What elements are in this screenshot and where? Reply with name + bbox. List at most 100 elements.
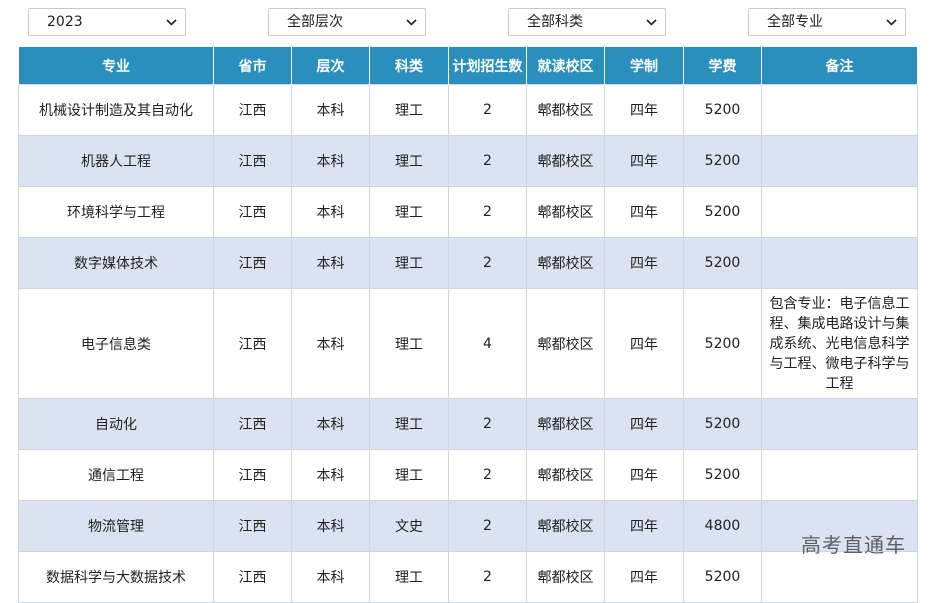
- year-select-value: 2023: [47, 14, 83, 30]
- cell-major: 通信工程: [18, 449, 214, 501]
- cell-level: 本科: [291, 500, 370, 552]
- column-header-campus: 就读校区: [526, 47, 605, 85]
- cell-duration: 四年: [604, 500, 684, 552]
- column-header-category: 科类: [369, 47, 449, 85]
- table-header-row: 专业 省市 层次 科类 计划招生数 就读校区 学制 学费 备注: [18, 47, 918, 85]
- cell-tuition: 5200: [683, 288, 762, 399]
- year-select[interactable]: 2023: [28, 8, 186, 36]
- cell-category: 文史: [369, 500, 449, 552]
- cell-province: 江西: [213, 84, 292, 136]
- cell-campus: 郫都校区: [526, 551, 605, 603]
- cell-major: 环境科学与工程: [18, 186, 214, 238]
- table-row: 电子信息类 江西 本科 理工 4 郫都校区 四年 5200 包含专业：电子信息工…: [18, 288, 918, 399]
- cell-tuition: 5200: [683, 135, 762, 187]
- chevron-down-icon: [165, 9, 177, 35]
- cell-plan: 2: [448, 237, 527, 289]
- cell-major: 机器人工程: [18, 135, 214, 187]
- cell-level: 本科: [291, 135, 370, 187]
- cell-plan: 2: [448, 398, 527, 450]
- cell-province: 江西: [213, 551, 292, 603]
- cell-province: 江西: [213, 398, 292, 450]
- table-row: 数据科学与大数据技术 江西 本科 理工 2 郫都校区 四年 5200: [18, 551, 918, 603]
- cell-note: [761, 449, 918, 501]
- cell-level: 本科: [291, 84, 370, 136]
- cell-category: 理工: [369, 551, 449, 603]
- cell-plan: 2: [448, 135, 527, 187]
- chevron-down-icon: [405, 9, 417, 35]
- cell-plan: 2: [448, 500, 527, 552]
- table-row: 机器人工程 江西 本科 理工 2 郫都校区 四年 5200: [18, 135, 918, 187]
- cell-plan: 2: [448, 449, 527, 501]
- cell-campus: 郫都校区: [526, 84, 605, 136]
- cell-duration: 四年: [604, 84, 684, 136]
- cell-province: 江西: [213, 237, 292, 289]
- table-row: 通信工程 江西 本科 理工 2 郫都校区 四年 5200: [18, 449, 918, 501]
- cell-level: 本科: [291, 288, 370, 399]
- cell-tuition: 5200: [683, 237, 762, 289]
- cell-major: 数据科学与大数据技术: [18, 551, 214, 603]
- cell-level: 本科: [291, 186, 370, 238]
- cell-tuition: 5200: [683, 84, 762, 136]
- cell-category: 理工: [369, 237, 449, 289]
- level-select-value: 全部层次: [287, 14, 343, 30]
- major-select[interactable]: 全部专业: [748, 8, 906, 36]
- cell-major: 数字媒体技术: [18, 237, 214, 289]
- cell-note: [761, 237, 918, 289]
- cell-level: 本科: [291, 449, 370, 501]
- cell-campus: 郫都校区: [526, 135, 605, 187]
- cell-category: 理工: [369, 84, 449, 136]
- cell-duration: 四年: [604, 288, 684, 399]
- cell-campus: 郫都校区: [526, 237, 605, 289]
- category-select[interactable]: 全部科类: [508, 8, 666, 36]
- cell-major: 物流管理: [18, 500, 214, 552]
- cell-province: 江西: [213, 186, 292, 238]
- cell-category: 理工: [369, 449, 449, 501]
- cell-tuition: 5200: [683, 398, 762, 450]
- watermark-text: 高考直通车: [801, 533, 906, 557]
- cell-tuition: 5200: [683, 186, 762, 238]
- cell-duration: 四年: [604, 135, 684, 187]
- cell-category: 理工: [369, 398, 449, 450]
- cell-campus: 郫都校区: [526, 449, 605, 501]
- cell-campus: 郫都校区: [526, 398, 605, 450]
- cell-tuition: 5200: [683, 449, 762, 501]
- chevron-down-icon: [885, 9, 897, 35]
- column-header-level: 层次: [291, 47, 370, 85]
- cell-province: 江西: [213, 135, 292, 187]
- table-row: 数字媒体技术 江西 本科 理工 2 郫都校区 四年 5200: [18, 237, 918, 289]
- cell-level: 本科: [291, 398, 370, 450]
- filter-bar: 2023 全部层次 全部科类 全部专业: [0, 0, 934, 46]
- cell-plan: 2: [448, 186, 527, 238]
- cell-level: 本科: [291, 551, 370, 603]
- cell-tuition: 4800: [683, 500, 762, 552]
- cell-duration: 四年: [604, 186, 684, 238]
- cell-category: 理工: [369, 288, 449, 399]
- column-header-plan: 计划招生数: [448, 47, 527, 85]
- cell-province: 江西: [213, 288, 292, 399]
- chevron-down-icon: [645, 9, 657, 35]
- cell-plan: 2: [448, 84, 527, 136]
- cell-duration: 四年: [604, 237, 684, 289]
- cell-note: [761, 398, 918, 450]
- cell-plan: 2: [448, 551, 527, 603]
- cell-level: 本科: [291, 237, 370, 289]
- table-row: 物流管理 江西 本科 文史 2 郫都校区 四年 4800: [18, 500, 918, 552]
- cell-campus: 郫都校区: [526, 288, 605, 399]
- table-row: 环境科学与工程 江西 本科 理工 2 郫都校区 四年 5200: [18, 186, 918, 238]
- cell-province: 江西: [213, 449, 292, 501]
- cell-duration: 四年: [604, 551, 684, 603]
- cell-province: 江西: [213, 500, 292, 552]
- cell-category: 理工: [369, 186, 449, 238]
- cell-plan: 4: [448, 288, 527, 399]
- column-header-note: 备注: [761, 47, 918, 85]
- cell-note: [761, 186, 918, 238]
- major-select-value: 全部专业: [767, 14, 823, 30]
- cell-major: 自动化: [18, 398, 214, 450]
- column-header-major: 专业: [18, 47, 214, 85]
- level-select[interactable]: 全部层次: [268, 8, 426, 36]
- cell-duration: 四年: [604, 398, 684, 450]
- category-select-value: 全部科类: [527, 14, 583, 30]
- table-row: 自动化 江西 本科 理工 2 郫都校区 四年 5200: [18, 398, 918, 450]
- cell-campus: 郫都校区: [526, 500, 605, 552]
- cell-category: 理工: [369, 135, 449, 187]
